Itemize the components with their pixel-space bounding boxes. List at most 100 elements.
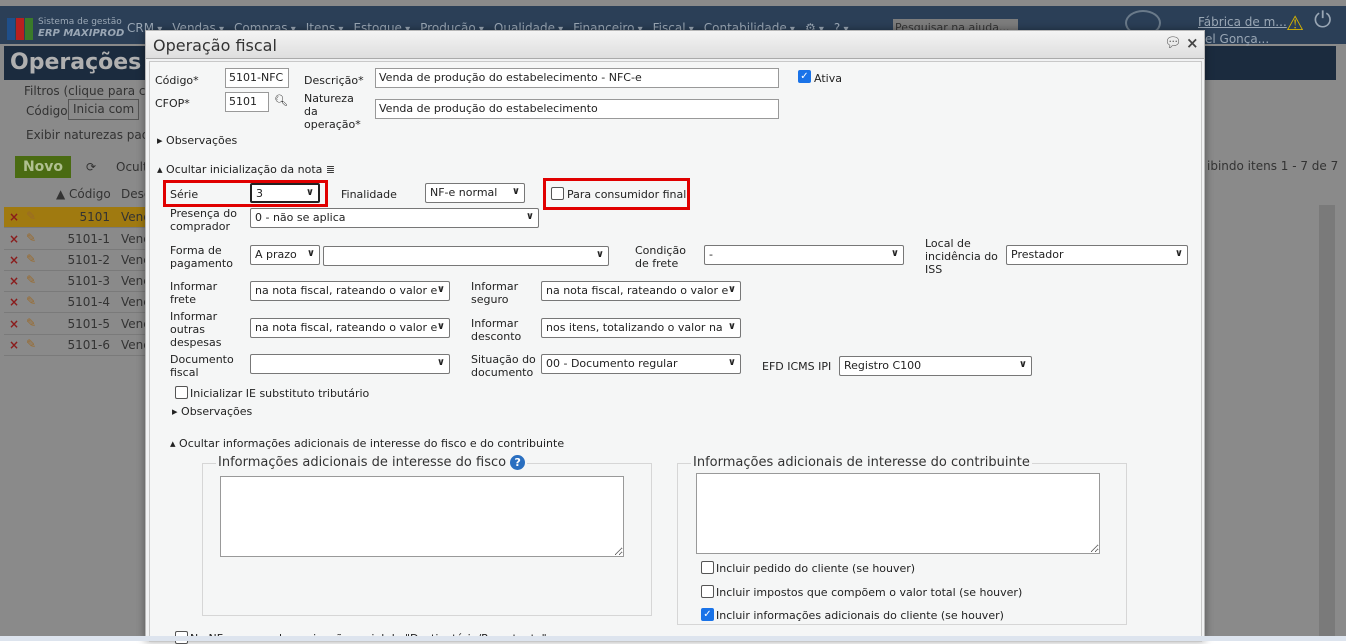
ocultar-init-toggle[interactable]: ▴ Ocultar inicialização da nota ≣ <box>157 163 335 176</box>
seguro-select[interactable]: na nota fiscal, rateando o valor e <box>541 281 741 301</box>
documento-select[interactable] <box>250 354 450 374</box>
incl-pedido-label: Incluir pedido do cliente (se houver) <box>716 562 916 575</box>
efd-label: EFD ICMS IPI <box>762 360 832 373</box>
filter-op-select[interactable]: Inicia com <box>68 99 140 120</box>
incl-pedido-checkbox[interactable] <box>701 561 714 574</box>
column-header-code-label: Código <box>69 187 111 201</box>
row-code: 5101-6 <box>67 338 110 352</box>
delete-icon[interactable]: × <box>9 253 19 267</box>
ocultar-init-label: Ocultar inicialização da nota <box>166 163 323 176</box>
table-row[interactable]: × ✎ 5101-3 Venc <box>4 271 150 292</box>
help-icon[interactable]: ? <box>510 455 526 470</box>
condicao-label: Condição de frete <box>635 244 686 270</box>
frete-label: Informar frete <box>170 280 218 306</box>
natureza-label: Natureza da operação* <box>304 92 361 131</box>
table-row[interactable]: × ✎ 5101 Venc <box>4 207 150 228</box>
comment-icon[interactable]: 💬︎ <box>1164 35 1182 51</box>
despesas-select[interactable]: na nota fiscal, rateando o valor e <box>250 318 450 338</box>
dialog-header: Operação fiscal 💬︎ × <box>146 31 1204 59</box>
edit-icon[interactable]: ✎ <box>26 316 36 330</box>
edit-icon[interactable]: ✎ <box>26 337 36 351</box>
fisco-legend: Informações adicionais de interesse do f… <box>216 455 528 470</box>
situacao-select[interactable]: 00 - Documento regular <box>541 354 741 374</box>
cfop-label: CFOP* <box>155 97 190 110</box>
document-icon: ≣ <box>325 163 336 176</box>
finalidade-label: Finalidade <box>341 188 397 201</box>
consumidor-checkbox[interactable] <box>551 187 564 200</box>
delete-icon[interactable]: × <box>9 232 19 246</box>
serie-select[interactable]: 3 <box>250 183 320 203</box>
despesas-label: Informar outras despesas <box>170 310 222 349</box>
new-button[interactable]: Novo <box>15 156 71 178</box>
forma-label: Forma de pagamento <box>170 244 233 270</box>
paging-info: ibindo itens 1 - 7 de 7 <box>1207 159 1339 173</box>
desconto-select[interactable]: nos itens, totalizando o valor na <box>541 318 741 338</box>
power-icon[interactable]: ⏻ <box>1314 8 1331 33</box>
efd-select[interactable]: Registro C100 <box>839 356 1032 376</box>
brand-line1: Sistema de gestão <box>38 17 122 27</box>
refresh-icon[interactable]: ⟳ <box>86 160 96 174</box>
ie-checkbox[interactable] <box>175 386 188 399</box>
row-code: 5101 <box>79 210 110 224</box>
delete-icon[interactable]: × <box>9 295 19 309</box>
edit-icon[interactable]: ✎ <box>26 209 36 223</box>
observacoes2-toggle[interactable]: ▸ Observações <box>172 405 252 418</box>
table-row[interactable]: × ✎ 5101-6 Venc <box>4 335 150 356</box>
delete-icon[interactable]: × <box>9 317 19 331</box>
condicao-select[interactable]: - <box>704 245 904 265</box>
close-icon[interactable]: × <box>1186 34 1199 52</box>
presenca-label: Presença do comprador <box>170 207 237 233</box>
row-code: 5101-3 <box>67 274 110 288</box>
search-icon[interactable]: 🔍︎ <box>274 94 288 107</box>
ocultar-info-toggle[interactable]: ▴ Ocultar informações adicionais de inte… <box>170 437 564 450</box>
table-row[interactable]: × ✎ 5101-2 Venc <box>4 250 150 271</box>
delete-icon[interactable]: × <box>9 210 19 224</box>
filter-field-label: Código <box>26 104 68 118</box>
ativa-checkbox[interactable]: ✓ <box>798 70 811 83</box>
delete-icon[interactable]: × <box>9 338 19 352</box>
company-link[interactable]: Fábrica de m... <box>1198 15 1287 29</box>
natureza-input[interactable]: Venda de produção do estabelecimento <box>375 99 779 119</box>
presenca-select[interactable]: 0 - não se aplica <box>250 208 539 228</box>
warning-icon[interactable]: ⚠ <box>1286 11 1304 35</box>
consumidor-label: Para consumidor final <box>567 188 687 201</box>
table-row[interactable]: × ✎ 5101-4 Venc <box>4 292 150 313</box>
edit-icon[interactable]: ✎ <box>26 231 36 245</box>
forma-detail-select[interactable] <box>323 246 609 266</box>
descricao-label: Descrição* <box>304 74 364 87</box>
situacao-label: Situação do documento <box>471 353 536 379</box>
ocultar-info-label: Ocultar informações adicionais de intere… <box>179 437 565 450</box>
brand-line2: ERP MAXIPROD <box>38 28 125 39</box>
user-menu[interactable]: el Gonça... <box>1205 32 1269 46</box>
finalidade-select[interactable]: NF-e normal <box>425 183 525 203</box>
column-header-code[interactable]: ▲ Código <box>56 187 111 201</box>
codigo-input[interactable]: 5101-NFC <box>225 68 289 88</box>
edit-icon[interactable]: ✎ <box>26 252 36 266</box>
window-bottom-edge <box>0 636 1346 641</box>
cfop-input[interactable]: 5101 <box>225 92 269 112</box>
dialog-title: Operação fiscal <box>153 36 277 55</box>
frete-select[interactable]: na nota fiscal, rateando o valor e <box>250 281 450 301</box>
incl-impostos-label: Incluir impostos que compõem o valor tot… <box>716 586 1023 599</box>
grid-scrollbar[interactable] <box>1319 205 1335 641</box>
incl-impostos-checkbox[interactable] <box>701 585 714 598</box>
dialog-body: Código* 5101-NFC Descrição* Venda de pro… <box>149 61 1202 644</box>
contribuinte-legend: Informações adicionais de interesse do c… <box>691 455 1032 470</box>
seguro-label: Informar seguro <box>471 280 519 306</box>
fiscal-operation-dialog: Operação fiscal 💬︎ × Código* 5101-NFC De… <box>145 30 1205 644</box>
table-row[interactable]: × ✎ 5101-1 Venc <box>4 229 150 250</box>
forma-select[interactable]: A prazo <box>250 245 320 265</box>
logo-icon <box>7 18 33 40</box>
local-iss-select[interactable]: Prestador <box>1006 245 1188 265</box>
edit-icon[interactable]: ✎ <box>26 273 36 287</box>
local-iss-label: Local de incidência do ISS <box>925 237 998 276</box>
delete-icon[interactable]: × <box>9 274 19 288</box>
hide-columns-label: Ocult <box>116 160 148 174</box>
table-row[interactable]: × ✎ 5101-5 Venc <box>4 314 150 335</box>
descricao-input[interactable]: Venda de produção do estabelecimento - N… <box>375 68 779 88</box>
observacoes-toggle[interactable]: ▸ Observações <box>157 134 237 147</box>
edit-icon[interactable]: ✎ <box>26 294 36 308</box>
incl-info-checkbox[interactable]: ✓ <box>701 608 714 621</box>
fisco-textarea[interactable] <box>220 476 624 557</box>
contribuinte-textarea[interactable] <box>696 473 1100 554</box>
